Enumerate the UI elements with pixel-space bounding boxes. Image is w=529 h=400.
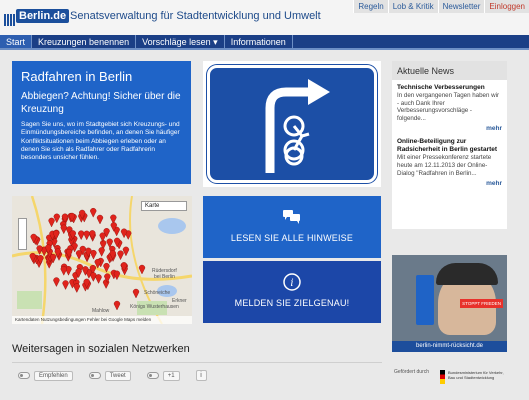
- link-login[interactable]: Einloggen: [484, 0, 529, 13]
- social-buttons: Empfehlen Tweet +1 i: [18, 370, 207, 381]
- main-nav: Start Kreuzungen benennen Vorschläge les…: [0, 35, 529, 50]
- news-more-link[interactable]: mehr: [397, 180, 502, 187]
- turn-arrow-bicycle-icon: [265, 79, 330, 173]
- news-panel: Aktuelle News Technische Verbesserungen …: [392, 61, 507, 229]
- news-more-link[interactable]: mehr: [397, 125, 502, 132]
- nav-item-kreuzungen[interactable]: Kreuzungen benennen: [32, 35, 137, 48]
- news-item-title[interactable]: Online-Beteiligung zur Radsicherheit in …: [397, 138, 502, 154]
- social-heading: Weitersagen in sozialen Netzwerken: [12, 343, 190, 355]
- social-info-button[interactable]: i: [195, 370, 207, 381]
- svg-text:i: i: [290, 278, 293, 289]
- read-hints-label: LESEN SIE ALLE HINWEISE: [230, 233, 354, 243]
- ministry-name: Bundesministerium für Verkehr, Bau und S…: [448, 370, 504, 380]
- info-icon: i: [283, 273, 301, 291]
- bike-sign-image: [203, 61, 381, 187]
- map-zoom-control[interactable]: [18, 218, 27, 250]
- top-links: Regeln Lob & Kritik Newsletter Einloggen: [353, 0, 529, 13]
- sponsor-logo[interactable]: Gefördert durch Bundesministerium für Ve…: [392, 365, 507, 400]
- intro-subtitle: Abbiegen? Achtung! Sicher über die Kreuz…: [21, 91, 181, 115]
- read-hints-button[interactable]: LESEN SIE ALLE HINWEISE: [203, 196, 381, 258]
- bike-sign: [207, 65, 377, 183]
- campaign-badge: STOPPT FRIEDEN: [460, 299, 503, 308]
- nav-item-vorschlaege[interactable]: Vorschläge lesen ▾: [136, 35, 225, 48]
- speech-bubbles-icon: [283, 210, 300, 224]
- berlin-logo[interactable]: Berlin.de: [4, 6, 70, 30]
- can-photo: [416, 275, 434, 325]
- link-newsletter[interactable]: Newsletter: [437, 0, 485, 13]
- nav-item-informationen[interactable]: Informationen: [225, 35, 293, 48]
- news-item-text: In den vergangenen Tagen haben wir - auc…: [397, 92, 500, 122]
- map-place-label: Königs Wusterhausen: [130, 304, 179, 310]
- news-item-text: Mit einer Pressekonferenz startete heute…: [397, 154, 492, 177]
- googleplus-toggle[interactable]: [146, 372, 159, 379]
- logo-bars-icon: [4, 14, 15, 26]
- report-button[interactable]: i MELDEN SIE ZIELGENAU!: [203, 261, 381, 323]
- sponsor-label: Gefördert durch: [394, 369, 430, 375]
- news-item-title[interactable]: Technische Verbesserungen: [397, 84, 502, 92]
- map-place-label: bei Berlin: [154, 274, 175, 280]
- map-place-label: Schöneiche: [144, 290, 171, 296]
- nav-item-start[interactable]: Start: [0, 35, 33, 48]
- link-regeln[interactable]: Regeln: [353, 0, 388, 13]
- link-lob-kritik[interactable]: Lob & Kritik: [387, 0, 438, 13]
- divider: [12, 362, 382, 363]
- facebook-recommend-button[interactable]: Empfehlen: [34, 370, 73, 381]
- site-title[interactable]: Senatsverwaltung für Stadtentwicklung un…: [70, 10, 321, 22]
- report-label: MELDEN SIE ZIELGENAU!: [234, 298, 350, 308]
- campaign-url: berlin-nimmt-rücksicht.de: [392, 341, 507, 352]
- map-footer[interactable]: Kartendaten Nutzungsbedingungen Fehler b…: [12, 316, 192, 324]
- facebook-toggle[interactable]: [18, 372, 30, 379]
- helmet-shape: [436, 263, 498, 285]
- intro-title: Radfahren in Berlin: [21, 69, 133, 84]
- twitter-toggle[interactable]: [88, 372, 101, 379]
- intro-panel: Radfahren in Berlin Abbiegen? Achtung! S…: [12, 61, 191, 184]
- logo-text: Berlin.de: [16, 9, 70, 23]
- incident-map[interactable]: Karte Rüdersdorf bei Berlin Schöneiche E…: [12, 196, 192, 324]
- twitter-tweet-button[interactable]: Tweet: [104, 370, 131, 381]
- googleplus-button[interactable]: +1: [162, 370, 180, 381]
- map-type-select[interactable]: Karte: [141, 201, 187, 211]
- map-place-label: Mahlow: [92, 308, 110, 314]
- intro-text: Sagen Sie uns, wo im Stadtgebiet sich Kr…: [21, 121, 180, 162]
- campaign-banner[interactable]: STOPPT FRIEDEN berlin-nimmt-rücksicht.de: [392, 255, 507, 352]
- news-heading: Aktuelle News: [392, 61, 507, 80]
- german-flag-icon: [440, 370, 445, 384]
- site-header: Berlin.de Senatsverwaltung für Stadtentw…: [0, 0, 529, 35]
